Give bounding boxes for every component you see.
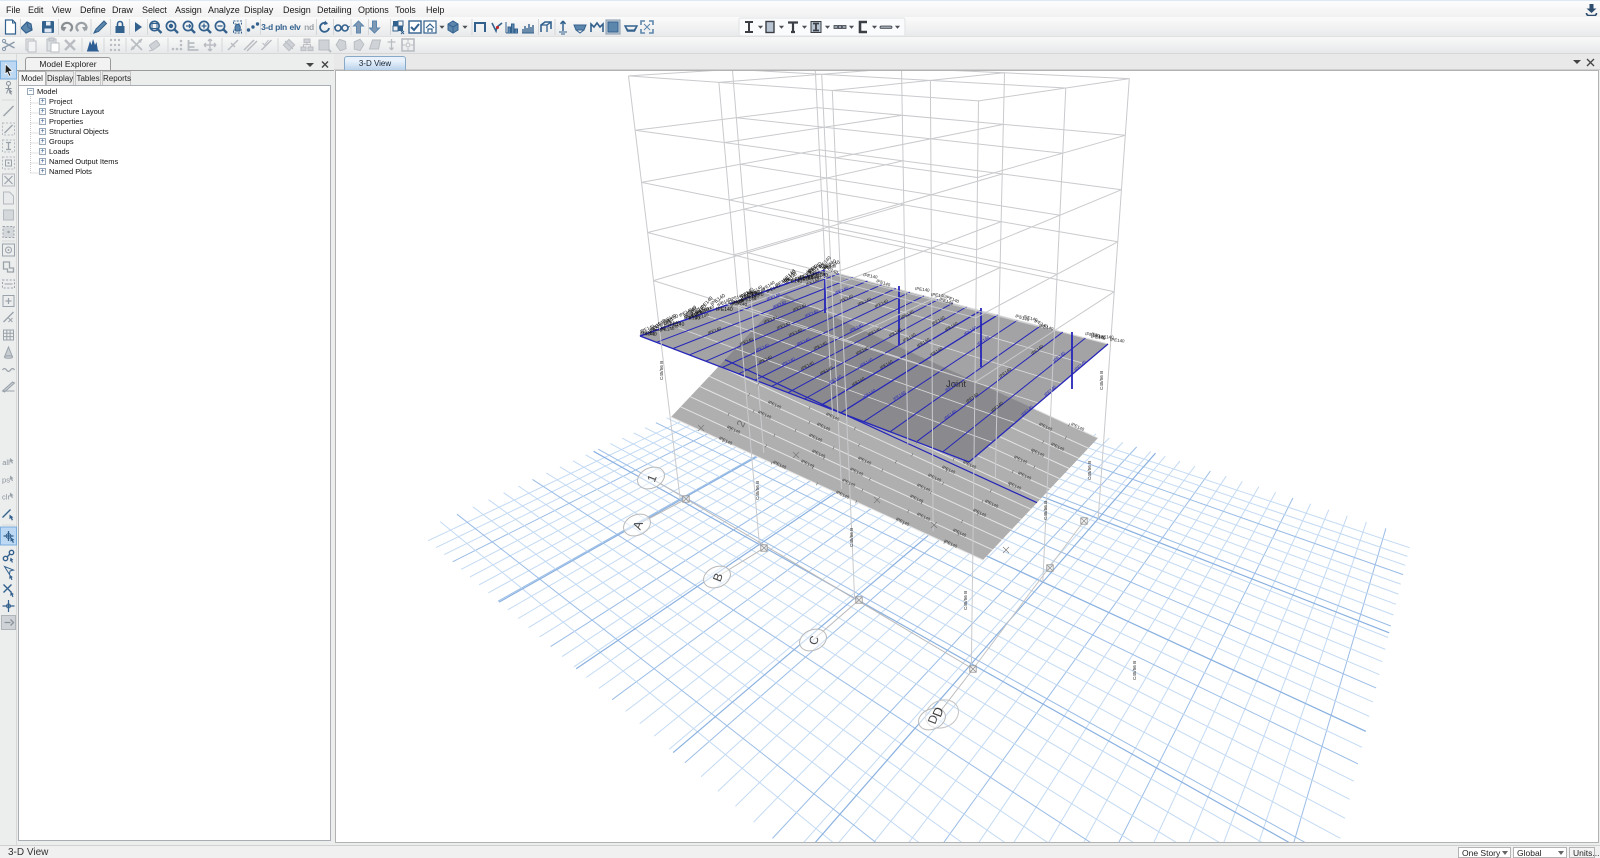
svg-text:C45/56 B: C45/56 B (849, 528, 854, 547)
svg-text:C45/56 B: C45/56 B (1087, 461, 1092, 480)
svg-text:IPE140: IPE140 (863, 272, 879, 280)
svg-text:C45/56 B: C45/56 B (659, 361, 664, 380)
svg-text:pln: pln (275, 22, 287, 32)
svg-text:C45/56 B: C45/56 B (963, 591, 968, 610)
svg-text:C45/56 B: C45/56 B (1099, 371, 1104, 390)
svg-text:IPE140: IPE140 (915, 286, 930, 293)
svg-text:C45/56 B: C45/56 B (1043, 501, 1048, 520)
svg-text:elv: elv (290, 22, 301, 32)
svg-text:IPE140: IPE140 (1110, 337, 1125, 344)
svg-text:C45/56 B: C45/56 B (755, 481, 760, 500)
svg-text:IPE140: IPE140 (716, 307, 733, 313)
svg-text:IPE140: IPE140 (811, 272, 828, 279)
svg-text:ps: ps (2, 476, 10, 485)
svg-text:nd: nd (304, 22, 314, 32)
svg-text:3-d: 3-d (261, 22, 273, 32)
svg-text:all: all (2, 458, 10, 467)
svg-text:C45/56 B: C45/56 B (1132, 661, 1137, 680)
svg-text:Joint: Joint (946, 379, 966, 390)
svg-text:clr: clr (2, 493, 10, 502)
svg-text:IPE140: IPE140 (931, 292, 946, 299)
